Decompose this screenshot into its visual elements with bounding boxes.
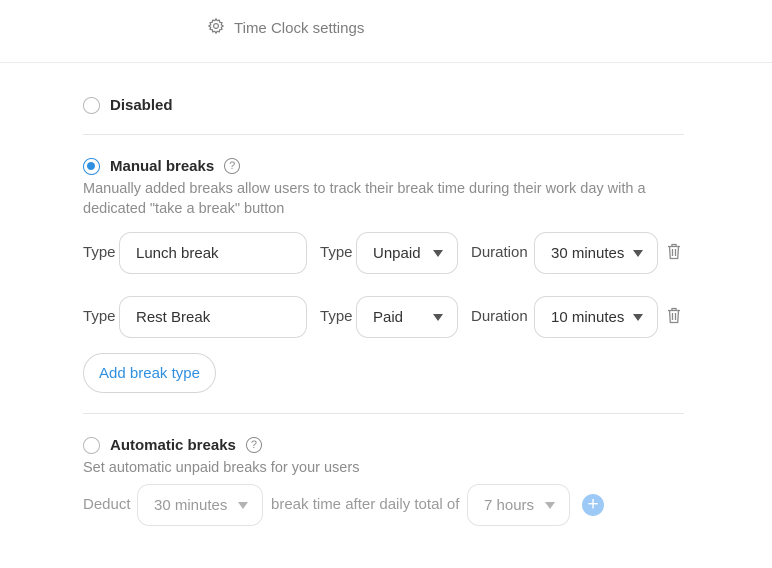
break-type-label: Type bbox=[83, 244, 116, 261]
duration-select[interactable]: 30 minutes bbox=[534, 232, 658, 274]
pay-type-select[interactable]: Unpaid bbox=[356, 232, 458, 274]
trash-icon[interactable] bbox=[667, 307, 681, 324]
pay-type-label: Type bbox=[320, 308, 353, 325]
help-icon[interactable]: ? bbox=[224, 158, 241, 174]
caret-down-icon bbox=[238, 502, 248, 509]
automatic-breaks-radio[interactable] bbox=[83, 436, 100, 454]
caret-down-icon bbox=[633, 250, 643, 257]
duration-select[interactable]: 10 minutes bbox=[534, 296, 658, 338]
manual-breaks-radio[interactable] bbox=[83, 157, 100, 175]
manual-breaks-description: Manually added breaks allow users to tra… bbox=[83, 181, 646, 217]
duration-value: 10 minutes bbox=[551, 308, 625, 326]
pay-type-label: Type bbox=[320, 244, 353, 261]
after-daily-total-label: break time after daily total of bbox=[271, 496, 460, 513]
automatic-breaks-option: Automatic breaks ? Set automatic unpaid … bbox=[83, 435, 684, 478]
disabled-option: Disabled bbox=[83, 95, 684, 115]
trash-icon[interactable] bbox=[667, 243, 681, 260]
automatic-breaks-label: Automatic breaks bbox=[110, 436, 236, 454]
pay-type-value: Paid bbox=[373, 308, 404, 326]
add-automatic-break-icon[interactable]: + bbox=[582, 494, 604, 516]
manual-breaks-option: Manual breaks ? Manually added breaks al… bbox=[83, 156, 684, 219]
top-bar: Time Clock settings bbox=[0, 0, 772, 63]
duration-label: Duration bbox=[471, 244, 528, 261]
duration-label: Duration bbox=[471, 308, 528, 325]
deduct-label: Deduct bbox=[83, 496, 131, 513]
break-name-input[interactable]: Rest Break bbox=[119, 296, 307, 338]
automatic-breaks-description: Set automatic unpaid breaks for your use… bbox=[83, 460, 360, 476]
help-icon[interactable]: ? bbox=[245, 437, 262, 453]
pay-type-select[interactable]: Paid bbox=[356, 296, 458, 338]
break-type-label: Type bbox=[83, 308, 116, 325]
settings-title: Time Clock settings bbox=[234, 19, 365, 37]
caret-down-icon bbox=[433, 314, 443, 321]
duration-value: 30 minutes bbox=[551, 244, 625, 262]
divider bbox=[83, 413, 684, 414]
divider bbox=[83, 134, 684, 135]
caret-down-icon bbox=[545, 502, 555, 509]
time-clock-settings-link[interactable]: Time Clock settings bbox=[207, 17, 364, 39]
manual-breaks-label: Manual breaks bbox=[110, 157, 215, 175]
disabled-label: Disabled bbox=[110, 96, 173, 114]
deduct-duration-value: 30 minutes bbox=[154, 496, 228, 514]
caret-down-icon bbox=[633, 314, 643, 321]
daily-total-value: 7 hours bbox=[484, 496, 535, 514]
deduct-duration-select[interactable]: 30 minutes bbox=[137, 484, 263, 526]
pay-type-value: Unpaid bbox=[373, 244, 421, 262]
break-row: Type Rest Break Type Paid Duration 10 mi… bbox=[83, 296, 693, 338]
caret-down-icon bbox=[433, 250, 443, 257]
gear-icon bbox=[207, 17, 225, 39]
add-break-type-button[interactable]: Add break type bbox=[83, 353, 216, 393]
automatic-break-settings: Deduct 30 minutes break time after daily… bbox=[83, 484, 643, 526]
daily-total-select[interactable]: 7 hours bbox=[467, 484, 570, 526]
break-name-input[interactable]: Lunch break bbox=[119, 232, 307, 274]
disabled-radio[interactable] bbox=[83, 96, 100, 114]
break-row: Type Lunch break Type Unpaid Duration 30… bbox=[83, 232, 693, 274]
